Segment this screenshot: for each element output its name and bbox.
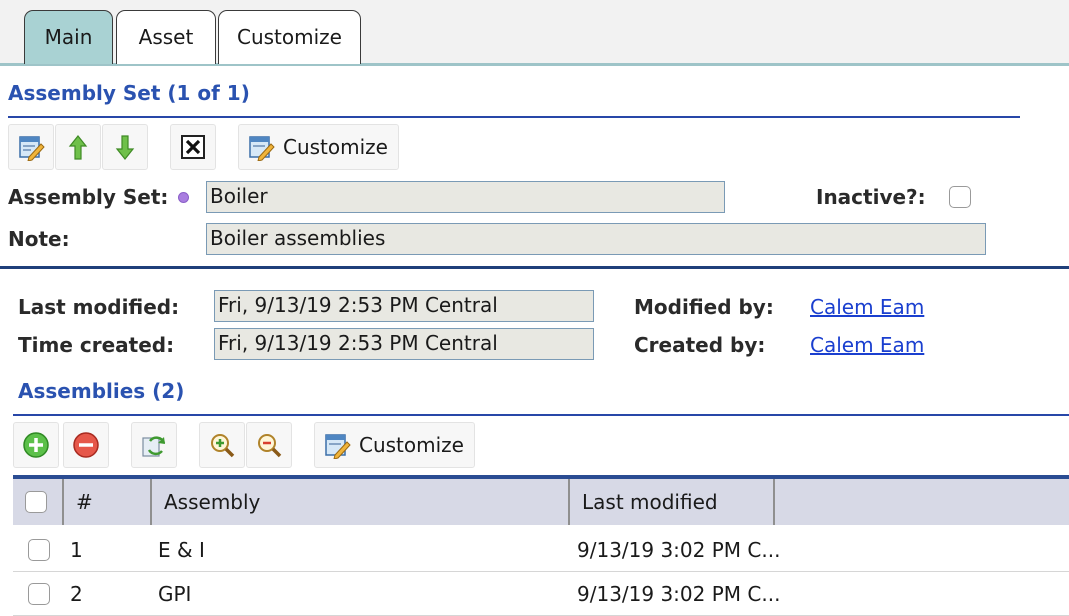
assembly-set-title: Assembly Set (1 of 1) [8, 81, 250, 105]
edit-button[interactable] [8, 124, 54, 170]
section-divider-thick [0, 266, 1069, 269]
note-label: Note: [8, 227, 70, 251]
column-header-last-modified[interactable]: Last modified [570, 479, 775, 525]
remove-icon [73, 432, 99, 458]
time-created-field: Fri, 9/13/19 2:53 PM Central [214, 328, 594, 360]
row-last-modified: 9/13/19 3:02 PM C... [577, 582, 781, 606]
edit-icon [19, 136, 45, 161]
tab-customize[interactable]: Customize [218, 10, 361, 64]
modified-by-label: Modified by: [634, 295, 774, 319]
close-icon [181, 135, 205, 159]
row-checkbox[interactable] [28, 539, 50, 561]
refresh-icon [142, 436, 166, 457]
assemblies-customize-button[interactable]: Customize [314, 422, 475, 468]
close-button[interactable] [170, 124, 216, 170]
assembly-set-label: Assembly Set: [8, 185, 169, 209]
section-divider [8, 116, 1020, 118]
add-icon [23, 432, 49, 458]
next-record-button[interactable] [102, 124, 148, 170]
assemblies-title: Assemblies (2) [18, 379, 185, 403]
customize-icon [325, 434, 351, 459]
select-all-header [13, 479, 64, 525]
add-button[interactable] [13, 422, 59, 468]
remove-button[interactable] [63, 422, 109, 468]
previous-record-button[interactable] [55, 124, 101, 170]
arrow-down-icon [115, 135, 135, 160]
row-assembly: E & I [158, 538, 205, 562]
inactive-label: Inactive?: [816, 185, 926, 209]
arrow-up-icon [68, 135, 88, 160]
customize-button[interactable]: Customize [238, 124, 399, 170]
created-by-link[interactable]: Calem Eam [810, 333, 924, 357]
tab-asset[interactable]: Asset [116, 10, 216, 64]
modified-by-link[interactable]: Calem Eam [810, 295, 924, 319]
customize-icon [249, 136, 275, 161]
time-created-label: Time created: [18, 333, 175, 357]
last-modified-label: Last modified: [18, 295, 180, 319]
refresh-button[interactable] [131, 422, 177, 468]
tab-main[interactable]: Main [24, 10, 113, 64]
note-field[interactable]: Boiler assemblies [206, 223, 986, 255]
row-checkbox[interactable] [28, 583, 50, 605]
column-header-assembly[interactable]: Assembly [152, 479, 570, 525]
last-modified-field: Fri, 9/13/19 2:53 PM Central [214, 290, 594, 322]
zoom-in-button[interactable] [199, 422, 245, 468]
customize-label: Customize [283, 135, 388, 159]
zoom-in-icon [211, 434, 235, 458]
customize-label: Customize [359, 433, 464, 457]
row-assembly: GPI [158, 582, 192, 606]
zoom-out-button[interactable] [246, 422, 292, 468]
row-last-modified: 9/13/19 3:02 PM C... [577, 538, 781, 562]
inactive-checkbox[interactable] [949, 186, 971, 208]
zoom-out-icon [258, 434, 282, 458]
row-number: 2 [70, 582, 83, 606]
column-header-number[interactable]: # [64, 479, 152, 525]
assembly-set-field[interactable]: Boiler [206, 181, 725, 213]
created-by-label: Created by: [634, 333, 766, 357]
assemblies-divider [13, 414, 1069, 416]
row-number: 1 [70, 538, 83, 562]
required-indicator [178, 192, 189, 203]
select-all-checkbox[interactable] [25, 491, 47, 513]
